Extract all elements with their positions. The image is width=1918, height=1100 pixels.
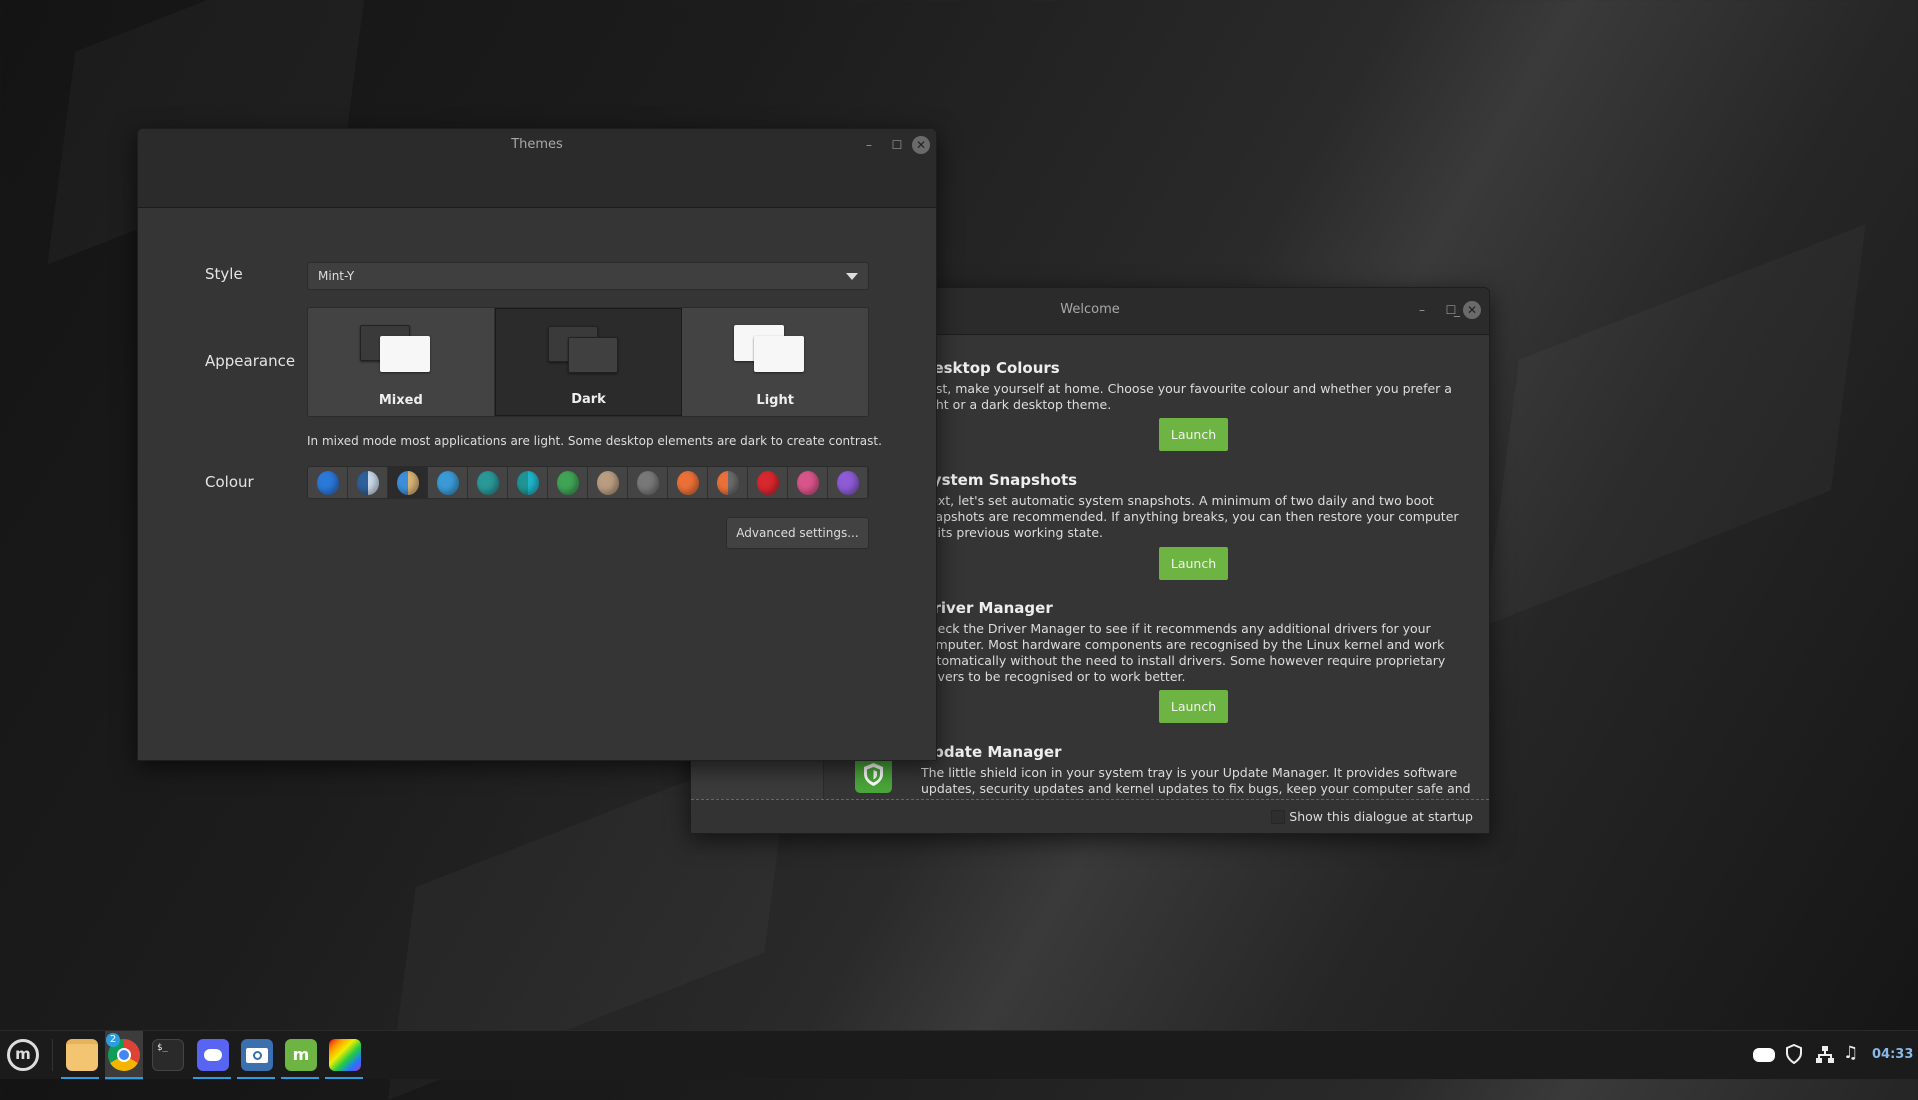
appearance-mixed[interactable]: Mixed <box>308 308 495 416</box>
terminal-icon[interactable]: $_ <box>152 1039 184 1071</box>
chrome-badge: 2 <box>106 1033 120 1047</box>
section-heading: Update Manager <box>921 743 1062 761</box>
option-label: Mixed <box>378 393 423 408</box>
sound-tray-icon[interactable]: ♫ <box>1843 1043 1858 1063</box>
colour-dot <box>676 470 699 495</box>
launch-system-snapshots-button[interactable]: Launch <box>1159 547 1228 580</box>
checkbox-box[interactable] <box>1271 809 1286 824</box>
style-value: Mint-Y <box>318 269 355 283</box>
style-label: Style <box>205 265 243 283</box>
section-desktop-colours: Desktop Colours First, make yourself at … <box>921 359 1471 413</box>
section-body: First, make yourself at home. Choose you… <box>921 381 1452 412</box>
colour-swatch-pink[interactable] <box>788 467 828 498</box>
colour-swatch-cyan[interactable] <box>508 467 548 498</box>
appearance-label: Appearance <box>205 352 296 370</box>
colour-dot <box>716 470 739 495</box>
shield-tray-icon[interactable] <box>1786 1043 1802 1069</box>
colour-dot <box>756 470 779 495</box>
section-heading: System Snapshots <box>921 471 1078 489</box>
startup-checkbox[interactable]: Show this dialogue at startup <box>1271 809 1473 824</box>
colour-dot <box>316 470 339 495</box>
minimize-button[interactable]: – <box>860 136 878 154</box>
maximize-button[interactable]: ☐ <box>1442 301 1460 319</box>
colour-dot <box>356 470 379 495</box>
appearance-description: In mixed mode most applications are ligh… <box>307 434 882 448</box>
clock[interactable]: 04:33 <box>1872 1047 1913 1062</box>
launch-desktop-colours-button[interactable]: Launch <box>1159 418 1228 451</box>
section-heading: Driver Manager <box>921 599 1053 617</box>
discord-tray-icon[interactable] <box>1753 1048 1775 1062</box>
option-label: Light <box>756 393 794 408</box>
colour-swatch-sand[interactable] <box>588 467 628 498</box>
colour-swatch-blue-sand[interactable] <box>388 467 428 498</box>
colour-swatch-orange-grey[interactable] <box>708 467 748 498</box>
minimize-button[interactable]: – <box>1413 301 1431 319</box>
colour-swatch-orange[interactable] <box>668 467 708 498</box>
colour-dot <box>836 470 859 495</box>
separator <box>52 1039 53 1071</box>
colour-dot <box>556 470 579 495</box>
checkbox-label: Show this dialogue at startup <box>1289 809 1473 824</box>
files-icon[interactable] <box>66 1039 98 1071</box>
shield-icon <box>855 756 892 793</box>
colour-swatch-teal[interactable] <box>468 467 508 498</box>
colour-selector <box>307 466 869 499</box>
colour-dot <box>796 470 819 495</box>
colour-dot <box>636 470 659 495</box>
screenshot-icon[interactable] <box>241 1039 273 1071</box>
section-body: Next, let's set automatic system snapsho… <box>921 493 1459 540</box>
colour-dot <box>396 470 419 495</box>
colour-swatch-aqua[interactable] <box>428 467 468 498</box>
colour-swatch-green[interactable] <box>548 467 588 498</box>
advanced-settings-button[interactable]: Advanced settings... <box>726 517 869 549</box>
taskbar: m 2 $_ m ♫ 04:33 <box>0 1030 1918 1080</box>
close-button[interactable]: ✕ <box>1463 301 1481 319</box>
chevron-down-icon <box>846 273 858 280</box>
launch-driver-manager-button[interactable]: Launch <box>1159 690 1228 723</box>
section-system-snapshots: System Snapshots Next, let's set automat… <box>921 471 1471 541</box>
section-heading: Desktop Colours <box>921 359 1060 377</box>
menu-icon[interactable]: m <box>7 1039 39 1071</box>
style-dropdown[interactable]: Mint-Y <box>307 262 869 290</box>
maximize-button[interactable]: ☐ <box>888 136 906 154</box>
colour-swatch-blue-white[interactable] <box>348 467 388 498</box>
colour-swatch-purple[interactable] <box>828 467 868 498</box>
network-tray-icon[interactable] <box>1815 1045 1835 1070</box>
discord-icon[interactable] <box>197 1039 229 1071</box>
mintinstall-icon[interactable]: m <box>285 1039 317 1071</box>
appearance-selector: Mixed Dark Light <box>307 307 869 417</box>
section-body: The little shield icon in your system tr… <box>921 765 1471 796</box>
colour-swatch-grey[interactable] <box>628 467 668 498</box>
option-label: Dark <box>571 392 606 407</box>
colour-swatch-red[interactable] <box>748 467 788 498</box>
drawing-icon[interactable] <box>329 1039 361 1071</box>
footer: Show this dialogue at startup <box>691 799 1489 833</box>
appearance-light[interactable]: Light <box>682 308 868 416</box>
close-button[interactable]: ✕ <box>912 136 930 154</box>
colour-label: Colour <box>205 473 254 491</box>
window-title: Themes <box>511 137 563 152</box>
colour-dot <box>516 470 539 495</box>
appearance-dark[interactable]: Dark <box>494 308 683 416</box>
themes-headerbar[interactable]: Themes <box>138 129 936 208</box>
colour-dot <box>596 470 619 495</box>
section-driver-manager: Driver Manager Check the Driver Manager … <box>921 599 1471 685</box>
colour-dot <box>476 470 499 495</box>
themes-window: Themes – ☐ ✕ Style Mint-Y Appearance Mix… <box>137 128 937 761</box>
colour-swatch-blue[interactable] <box>308 467 348 498</box>
colour-dot <box>436 470 459 495</box>
section-update-manager: Update Manager The little shield icon in… <box>921 743 1471 797</box>
section-body: Check the Driver Manager to see if it re… <box>921 621 1446 684</box>
